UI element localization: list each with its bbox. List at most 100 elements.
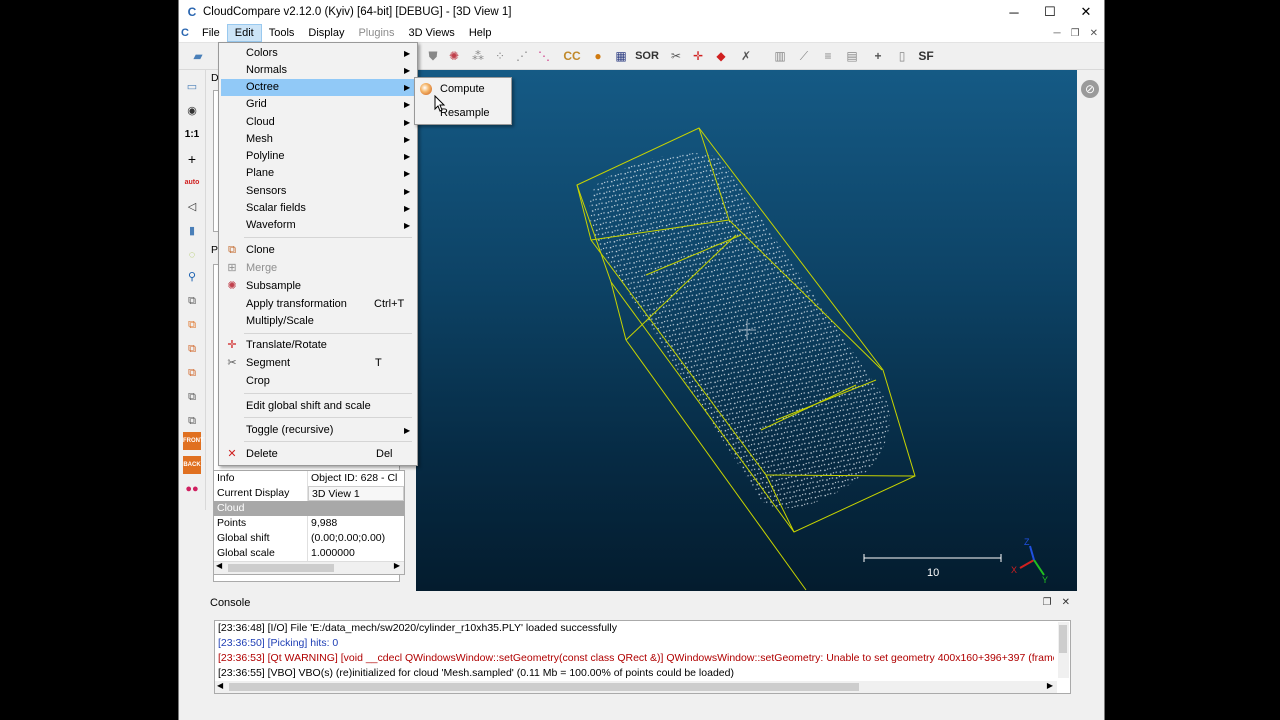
- right-view-icon[interactable]: ⧉: [183, 364, 201, 382]
- scroll-thumb[interactable]: [229, 683, 859, 691]
- table-row: Current Display 3D View 1: [214, 486, 404, 501]
- mdi-close-icon[interactable]: ✕: [1090, 28, 1098, 39]
- menu-plugins[interactable]: Plugins: [351, 24, 401, 42]
- menu-item-scalar-fields[interactable]: Scalar fields ▶: [221, 200, 415, 217]
- menu-help[interactable]: Help: [462, 24, 499, 42]
- delete-sf-icon[interactable]: ▯: [893, 47, 911, 65]
- menu-tools[interactable]: Tools: [262, 24, 302, 42]
- menu-item-subsample[interactable]: ✺ Subsample: [221, 278, 415, 295]
- maximize-button[interactable]: ☐: [1032, 0, 1068, 24]
- menu-item-sensors[interactable]: Sensors ▶: [221, 183, 415, 200]
- screen-icon[interactable]: ▭: [183, 78, 201, 96]
- menu-item-waveform[interactable]: Waveform ▶: [221, 217, 415, 234]
- disable-icon[interactable]: ⊘: [1081, 80, 1099, 98]
- menu-item-clone[interactable]: ⧉ Clone: [221, 242, 415, 259]
- menu-item-normals[interactable]: Normals ▶: [221, 62, 415, 79]
- log-line: [23:36:55] [VBO] VBO(s) (re)initialized …: [218, 667, 734, 679]
- auto-pivot-icon[interactable]: auto: [183, 174, 201, 192]
- sor-filter-icon[interactable]: SOR: [635, 47, 659, 65]
- scroll-right-icon[interactable]: ▶: [1047, 681, 1053, 690]
- open-icon[interactable]: ▰: [189, 47, 207, 65]
- menu-item-toggle-recursive[interactable]: Toggle (recursive) ▶: [221, 422, 415, 439]
- front-cube-icon[interactable]: FRONT: [183, 432, 204, 450]
- menu-item-cloud[interactable]: Cloud ▶: [221, 114, 415, 131]
- sf-filter-icon[interactable]: ≡: [819, 47, 837, 65]
- checker-icon[interactable]: ▦: [612, 47, 630, 65]
- perspective-icon[interactable]: ▮: [183, 222, 201, 240]
- submenu-item-resample[interactable]: Resample: [417, 103, 509, 123]
- translate-rotate-icon[interactable]: ✛: [689, 47, 707, 65]
- scissors-icon[interactable]: ✂: [667, 47, 685, 65]
- menu-item-crop[interactable]: Crop: [221, 373, 415, 390]
- menu-item-multiply-scale[interactable]: Multiply/Scale: [221, 313, 415, 330]
- front-view-icon[interactable]: ⧉: [183, 316, 201, 334]
- menu-item-octree[interactable]: Octree ▶: [221, 79, 415, 96]
- one-to-one-icon[interactable]: 1:1: [183, 126, 201, 144]
- back-view-icon[interactable]: ⧉: [183, 412, 201, 430]
- light-icon[interactable]: ◌: [183, 246, 201, 264]
- color-icon[interactable]: ●: [589, 47, 607, 65]
- stereo-icon[interactable]: ●●: [183, 480, 201, 498]
- segment-icon[interactable]: ✗: [737, 47, 755, 65]
- sample-points-icon[interactable]: ✺: [445, 47, 463, 65]
- mdi-restore-icon[interactable]: ❐: [1071, 28, 1080, 39]
- menu-item-colors[interactable]: Colors ▶: [221, 45, 415, 62]
- menu-item-plane[interactable]: Plane ▶: [221, 165, 415, 182]
- histogram-icon[interactable]: ▥: [771, 47, 789, 65]
- scroll-left-icon[interactable]: ◀: [216, 561, 222, 570]
- menu-item-segment[interactable]: ✂ Segment T: [221, 355, 415, 372]
- prop-key: Info: [214, 471, 308, 486]
- console-hscroll[interactable]: ◀ ▶: [215, 681, 1057, 693]
- console-log[interactable]: [23:36:48] [I/O] File 'E:/data_mech/sw20…: [214, 620, 1071, 694]
- center-icon[interactable]: +: [183, 150, 201, 168]
- current-display-select[interactable]: 3D View 1: [308, 486, 404, 501]
- submenu-item-compute[interactable]: Compute: [417, 79, 509, 99]
- scroll-thumb[interactable]: [228, 564, 334, 572]
- menu-item-merge[interactable]: ⊞ Merge: [221, 260, 415, 277]
- plane-icon[interactable]: ◆: [712, 47, 730, 65]
- close-console-icon[interactable]: ✕: [1062, 594, 1070, 612]
- menu-3d-views[interactable]: 3D Views: [402, 24, 462, 42]
- sf-export-icon[interactable]: ▤: [843, 47, 861, 65]
- menu-separator: [244, 237, 412, 238]
- menu-item-polyline[interactable]: Polyline ▶: [221, 148, 415, 165]
- top-view-icon[interactable]: ⧉: [183, 292, 201, 310]
- menu-edit[interactable]: Edit: [226, 24, 262, 42]
- menu-item-translate-rotate[interactable]: ✛ Translate/Rotate: [221, 337, 415, 354]
- minimize-button[interactable]: ─: [996, 0, 1032, 24]
- menu-separator: [244, 393, 412, 394]
- sf-chart-icon[interactable]: ⟋: [795, 47, 813, 65]
- bottom-view-icon[interactable]: ⧉: [183, 388, 201, 406]
- mdi-minimize-icon[interactable]: ─: [1054, 28, 1061, 39]
- float-icon[interactable]: ❐: [1043, 594, 1052, 612]
- console-vscroll[interactable]: [1058, 622, 1069, 678]
- pivot-icon[interactable]: ◁: [183, 198, 201, 216]
- shield-icon[interactable]: ⛊: [424, 47, 442, 65]
- close-button[interactable]: ✕: [1068, 0, 1104, 24]
- menu-item-grid[interactable]: Grid ▶: [221, 96, 415, 113]
- menu-item-edit-global-shift[interactable]: Edit global shift and scale: [221, 398, 415, 415]
- menu-display[interactable]: Display: [301, 24, 351, 42]
- menu-file[interactable]: File: [195, 24, 227, 42]
- camera-icon[interactable]: ◉: [183, 102, 201, 120]
- resample-icon[interactable]: ⁂: [469, 47, 487, 65]
- noise-filter-icon[interactable]: ⁘: [491, 47, 509, 65]
- clone-icon: ⧉: [228, 244, 236, 256]
- cloudcompare-logo-icon: C: [187, 5, 197, 19]
- left-view-icon[interactable]: ⧉: [183, 340, 201, 358]
- scroll-right-icon[interactable]: ▶: [394, 561, 400, 570]
- scroll-left-icon[interactable]: ◀: [217, 681, 223, 690]
- menu-item-apply-transformation[interactable]: Apply transformation Ctrl+T: [221, 296, 415, 313]
- sf-icon[interactable]: SF: [917, 47, 935, 65]
- 3d-view[interactable]: 10 X Y Z: [416, 70, 1077, 591]
- menu-item-delete[interactable]: ✕ Delete Del: [221, 446, 415, 463]
- cc-icon[interactable]: CC: [563, 47, 581, 65]
- zoom-icon[interactable]: ⚲: [183, 268, 201, 286]
- menu-item-mesh[interactable]: Mesh ▶: [221, 131, 415, 148]
- merge-icon[interactable]: ⋰: [513, 47, 531, 65]
- properties-hscroll[interactable]: ◀ ▶: [214, 561, 404, 574]
- add-sf-icon[interactable]: +: [869, 47, 887, 65]
- distance-icon[interactable]: ⋱: [535, 47, 553, 65]
- scroll-thumb[interactable]: [1059, 625, 1067, 653]
- back-cube-icon[interactable]: BACK: [183, 456, 201, 474]
